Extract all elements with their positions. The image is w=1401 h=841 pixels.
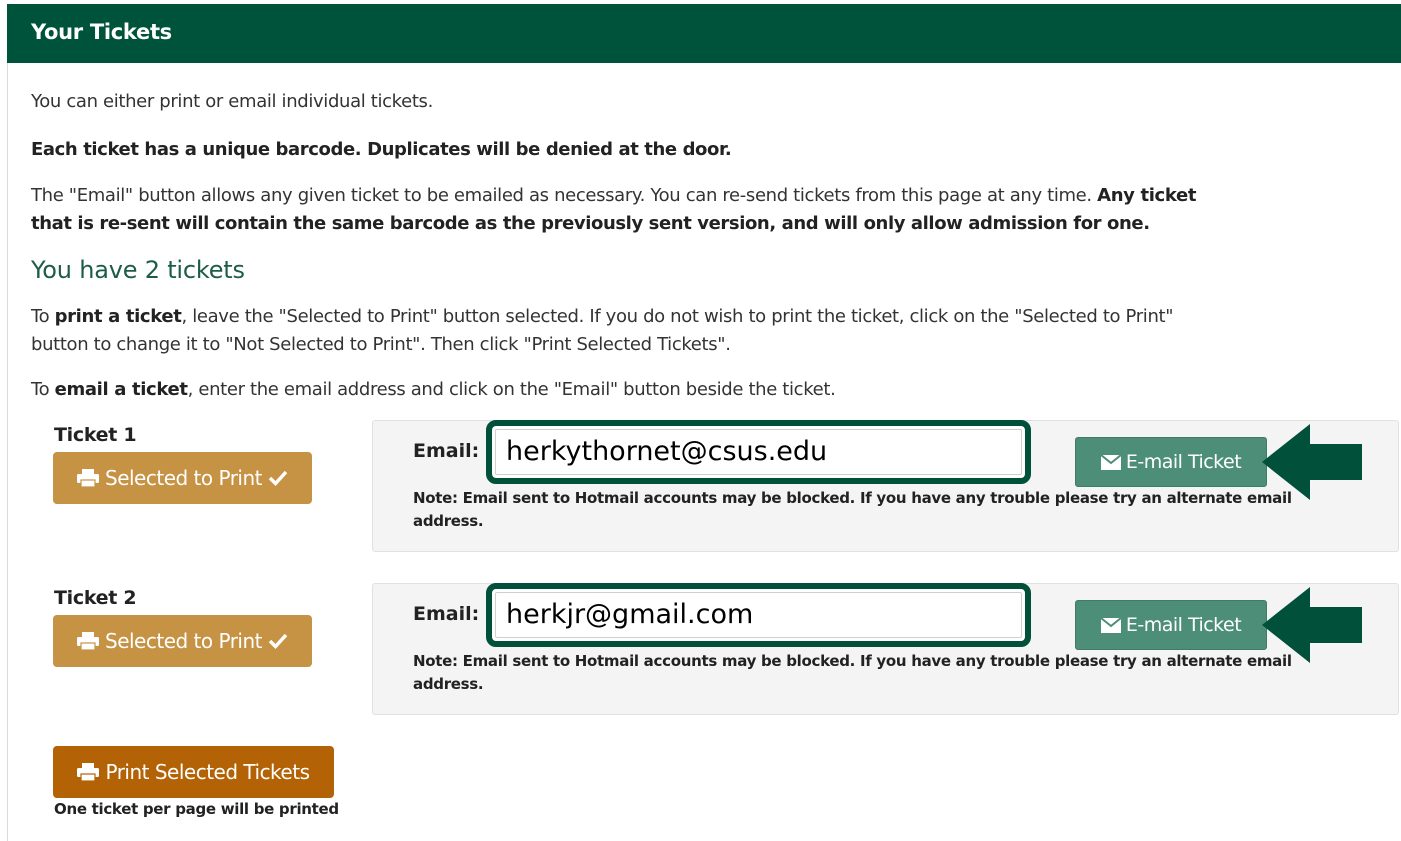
print-instructions-line2: button to change it to "Not Selected to … [31, 334, 731, 355]
resend-info-text: The "Email" button allows any given tick… [31, 185, 1092, 206]
print-instructions-bold: print a ticket [54, 306, 182, 327]
ticket-1-email-input[interactable]: herkythornet@csus.edu [495, 429, 1022, 475]
print-instructions: To print a ticket, leave the "Selected t… [31, 303, 1173, 331]
ticket-1-email-section: Email: herkythornet@csus.edu E-mail Tick… [372, 420, 1399, 552]
envelope-icon [1100, 617, 1121, 633]
printer-icon [77, 632, 99, 650]
email-button-label: E-mail Ticket [1125, 614, 1242, 636]
email-instructions-post: , enter the email address and click on t… [187, 379, 836, 400]
ticket-1-select-to-print-button[interactable]: Selected to Print [53, 452, 312, 504]
printer-icon [77, 763, 100, 781]
ticket-1-label: Ticket 1 [54, 424, 137, 446]
email-label: Email: [413, 440, 480, 462]
select-to-print-label: Selected to Print [105, 629, 263, 653]
arrow-left-icon [1262, 587, 1362, 663]
panel-header: Your Tickets [7, 4, 1401, 63]
barcode-warning: Each ticket has a unique barcode. Duplic… [31, 139, 732, 160]
ticket-2-select-to-print-button[interactable]: Selected to Print [53, 615, 312, 667]
printer-icon [77, 469, 99, 487]
check-icon [268, 470, 288, 487]
ticket-2-email-input[interactable]: herkjr@gmail.com [495, 592, 1022, 638]
ticket-2-email-section: Email: herkjr@gmail.com E-mail Ticket No… [372, 583, 1399, 715]
ticket-2-email-button[interactable]: E-mail Ticket [1075, 600, 1267, 650]
print-note: One ticket per page will be printed [54, 800, 339, 818]
ticket-2-label: Ticket 2 [54, 587, 137, 609]
envelope-icon [1100, 454, 1121, 470]
resend-info-bold: Any ticket [1097, 185, 1197, 206]
email-instructions: To email a ticket, enter the email addre… [31, 376, 836, 404]
email-instructions-bold: email a ticket [54, 379, 188, 400]
email-instructions-pre: To [31, 379, 50, 400]
intro-text: You can either print or email individual… [31, 91, 433, 112]
arrow-left-icon [1262, 424, 1362, 500]
print-selected-label: Print Selected Tickets [105, 760, 310, 784]
ticket-1-email-button[interactable]: E-mail Ticket [1075, 437, 1267, 487]
print-instructions-post: , leave the "Selected to Print" button s… [181, 306, 1174, 327]
panel-title: Your Tickets [31, 20, 172, 44]
hotmail-note: Note: Email sent to Hotmail accounts may… [413, 489, 1292, 530]
email-button-label: E-mail Ticket [1125, 451, 1242, 473]
email-highlight-box: herkjr@gmail.com [486, 583, 1031, 647]
resend-info-bold-line: that is re-sent will contain the same ba… [31, 213, 1150, 234]
hotmail-note: Note: Email sent to Hotmail accounts may… [413, 652, 1292, 693]
print-selected-tickets-button[interactable]: Print Selected Tickets [53, 746, 334, 798]
select-to-print-label: Selected to Print [105, 466, 263, 490]
email-label: Email: [413, 603, 480, 625]
check-icon [268, 633, 288, 650]
resend-info: The "Email" button allows any given tick… [31, 182, 1196, 210]
print-instructions-pre: To [31, 306, 50, 327]
email-highlight-box: herkythornet@csus.edu [486, 420, 1031, 484]
tickets-count-heading: You have 2 tickets [31, 256, 245, 284]
